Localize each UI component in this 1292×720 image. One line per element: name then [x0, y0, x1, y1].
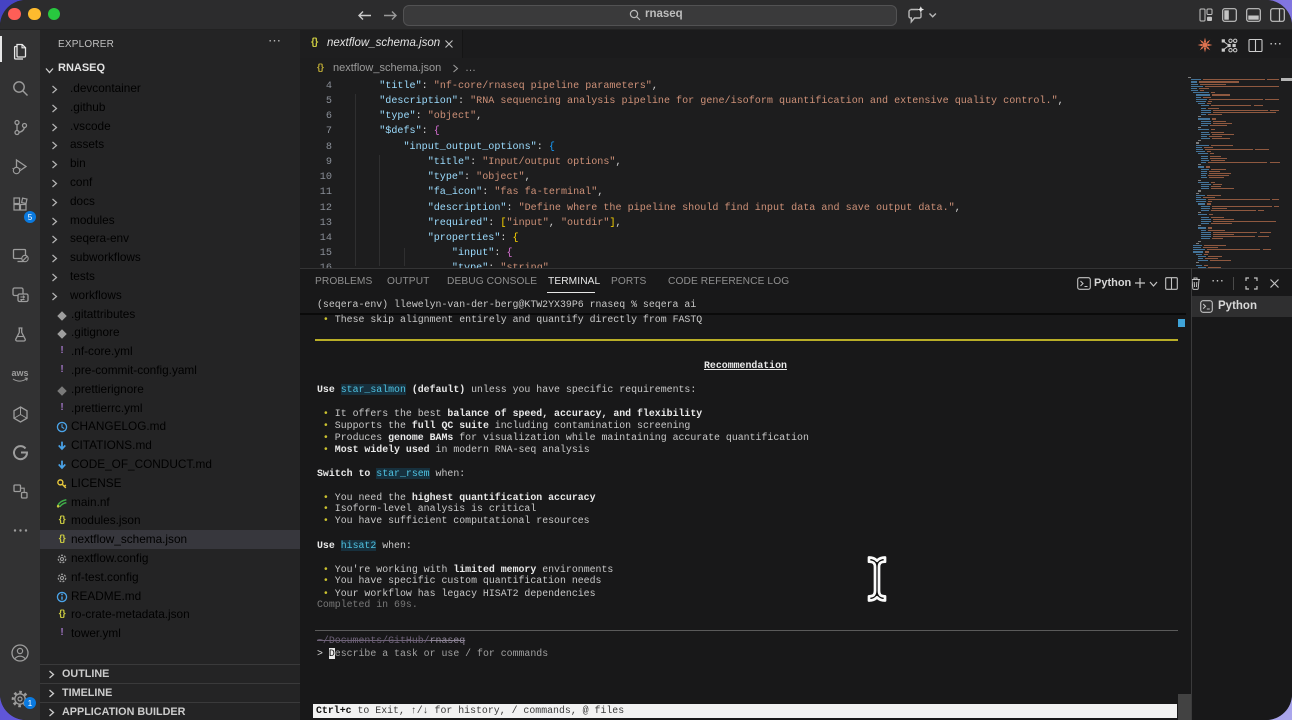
- svg-text:aws: aws: [11, 368, 28, 378]
